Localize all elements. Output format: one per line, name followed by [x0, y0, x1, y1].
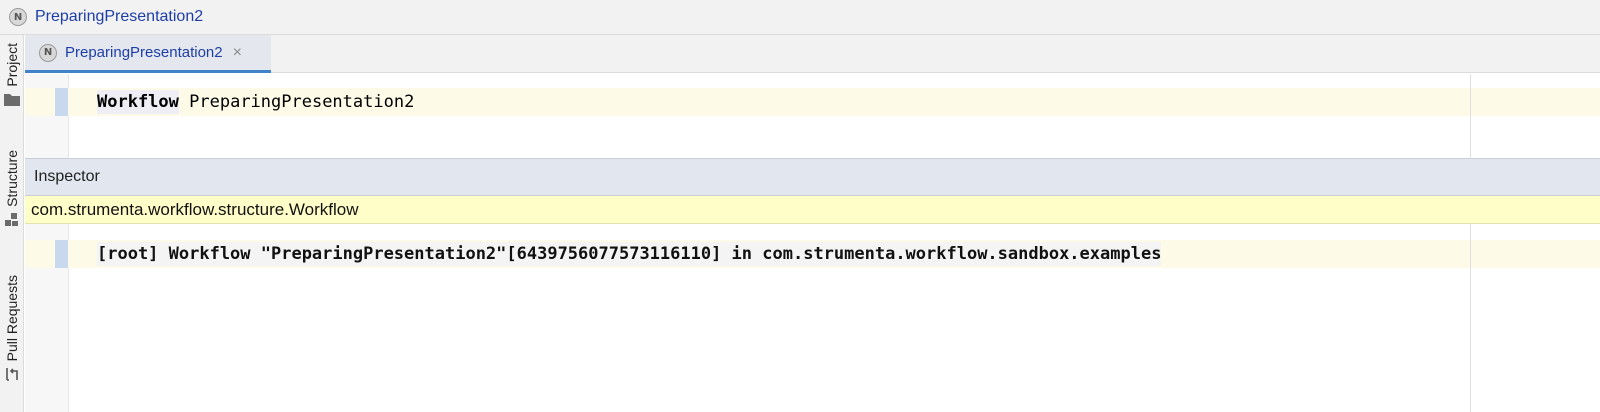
editor-pane[interactable]: Workflow PreparingPresentation2	[25, 74, 1600, 158]
code-workflow-name[interactable]: PreparingPresentation2	[189, 92, 414, 112]
node-icon: N	[9, 8, 27, 26]
line-marker	[55, 88, 68, 116]
inspector-node-line[interactable]: [root] Workflow "PreparingPresentation2"…	[97, 240, 1162, 268]
tool-button-structure[interactable]: Structure	[0, 150, 24, 232]
tab-label: PreparingPresentation2	[65, 44, 223, 61]
close-icon[interactable]: ×	[233, 44, 242, 62]
concept-name: com.strumenta.workflow.structure.Workflo…	[31, 199, 359, 219]
breadcrumb-title[interactable]: PreparingPresentation2	[35, 8, 203, 26]
tool-label-pull-requests: Pull Requests	[4, 275, 20, 362]
inspector-title: Inspector	[34, 168, 100, 185]
tool-label-structure: Structure	[4, 150, 20, 207]
tool-button-pull-requests[interactable]: Pull Requests	[0, 275, 24, 386]
folder-icon	[4, 93, 20, 111]
inspector-pane[interactable]: [root] Workflow "PreparingPresentation2"…	[25, 224, 1600, 412]
code-line-workflow[interactable]: Workflow PreparingPresentation2	[97, 88, 414, 116]
line-marker	[55, 240, 68, 268]
concept-bar: com.strumenta.workflow.structure.Workflo…	[25, 196, 1600, 224]
right-margin-line	[1470, 74, 1471, 158]
editor-gutter	[25, 74, 69, 158]
tool-window-strip: Project Structure Pull Requests	[0, 35, 24, 412]
node-icon: N	[39, 43, 57, 62]
tool-button-project[interactable]: Project	[0, 43, 24, 111]
inspector-node-text: [root] Workflow "PreparingPresentation2"…	[97, 242, 1162, 266]
code-keyword: Workflow	[97, 90, 179, 114]
tab-preparing-presentation2[interactable]: N PreparingPresentation2 ×	[25, 35, 271, 73]
editor-tab-bar: N PreparingPresentation2 ×	[25, 35, 1600, 73]
structure-icon	[5, 212, 19, 232]
pull-request-icon	[5, 367, 19, 386]
right-margin-line	[1470, 224, 1471, 412]
tool-label-project: Project	[4, 43, 20, 87]
breadcrumb: N PreparingPresentation2	[0, 0, 1600, 35]
inspector-header: Inspector	[25, 158, 1600, 196]
